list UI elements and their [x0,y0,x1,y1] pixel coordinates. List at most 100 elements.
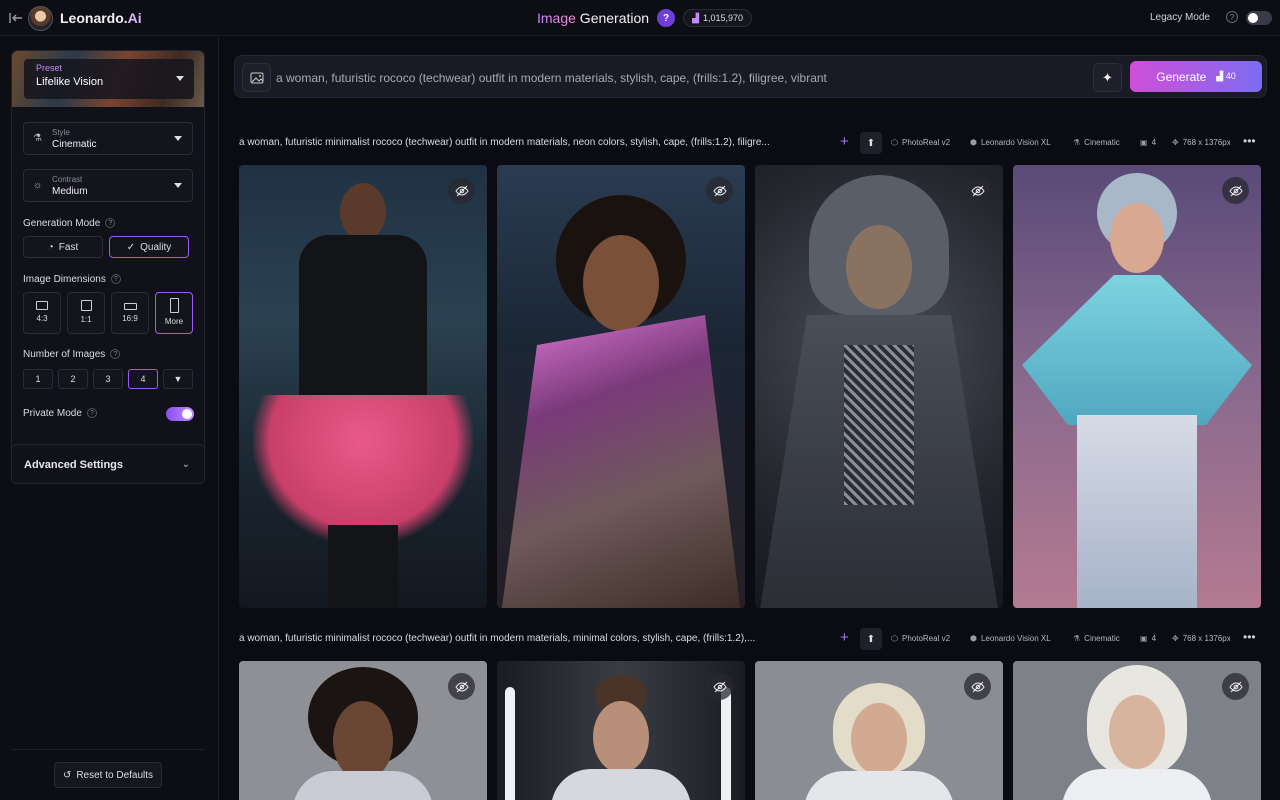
preset-value: Lifelike Vision [36,76,104,88]
num-images-3-button[interactable]: 3 [93,369,123,389]
num-images-4-button[interactable]: 4 [128,369,158,389]
style-icon: ⚗ [1073,634,1081,643]
contrast-select[interactable]: ☼ Contrast Medium [23,169,193,202]
caret-down-icon: ▼ [173,374,183,384]
size-tag: ✥ 768 x 1376px [1172,634,1231,643]
speedometer-icon: ◔ [47,241,54,253]
style-tag: ⚗ Cinematic [1073,138,1120,147]
num-images-1-button[interactable]: 1 [23,369,53,389]
generated-image[interactable] [497,661,745,800]
size-tag: ✥ 768 x 1376px [1172,138,1231,147]
mode-fast-button[interactable]: ◔ Fast [23,236,103,258]
image-dimensions-label: Image Dimensions? [23,274,121,285]
generation-mode-label: Generation Mode? [23,218,116,229]
user-avatar[interactable] [28,6,53,31]
generated-image[interactable] [1013,165,1261,608]
generated-image[interactable] [755,165,1003,608]
hide-image-icon[interactable] [448,177,475,204]
dimension-1-1-button[interactable]: 1:1 [67,292,105,334]
model-tag: ⬡ PhotoReal v2 [891,634,951,643]
generated-image[interactable] [239,661,487,800]
generate-button[interactable]: Generate ▟ 40 [1130,61,1262,92]
reuse-prompt-button[interactable]: ⬆ [860,628,882,650]
help-icon[interactable]: ? [657,9,676,27]
aspect-square-icon [80,300,92,311]
preset-label: Preset [36,63,63,73]
preset-selector[interactable]: Preset Lifelike Vision [12,51,204,107]
generation-header: a woman, futuristic minimalist rococo (t… [239,132,1261,154]
dimension-16-9-button[interactable]: 16:9 [111,292,149,334]
base-model-tag: ⬢ Leonardo Vision XL [970,634,1051,643]
chevron-down-icon [174,135,182,141]
reuse-prompt-button[interactable]: ⬆ [860,132,882,154]
chevron-down-icon [174,182,182,188]
brand-name[interactable]: Leonardo.Ai [60,10,142,26]
image-count-tag: ▣ 4 [1140,138,1157,147]
legacy-mode-toggle[interactable] [1246,11,1272,25]
images-icon: ▣ [1140,634,1148,643]
chevron-down-icon [176,76,184,81]
help-icon: ? [105,218,116,229]
reset-icon: ↺ [62,769,72,781]
num-images-2-button[interactable]: 2 [58,369,88,389]
image-guidance-button[interactable] [242,63,271,92]
generation-prompt[interactable]: a woman, futuristic minimalist rococo (t… [239,137,770,148]
resize-icon: ✥ [1172,138,1179,147]
base-model-icon: ⬢ [970,634,977,643]
generation-header: a woman, futuristic minimalist rococo (t… [239,628,1261,650]
settings-sidebar: Preset Lifelike Vision ⚗ Style Cinematic… [0,37,219,800]
advanced-settings-label: Advanced Settings [24,459,124,471]
more-options-icon[interactable]: ••• [1243,134,1256,148]
hide-image-icon[interactable] [1222,673,1249,700]
generated-image[interactable] [239,165,487,608]
style-select[interactable]: ⚗ Style Cinematic [23,122,193,155]
aspect-portrait-icon [169,298,179,313]
hide-image-icon[interactable] [448,673,475,700]
legacy-mode-help-icon[interactable]: ? [1226,11,1238,23]
advanced-settings-toggle[interactable]: Advanced Settings ⌄ [11,444,205,484]
sun-icon: ☼ [33,180,43,191]
reset-to-defaults-button[interactable]: ↺ Reset to Defaults [54,762,162,788]
prompt-bar: a woman, futuristic rococo (techwear) ou… [234,55,1267,98]
dimension-more-button[interactable]: More [155,292,193,334]
mode-quality-button[interactable]: ✓ Quality [109,236,189,258]
hide-image-icon[interactable] [1222,177,1249,204]
style-tag: ⚗ Cinematic [1073,634,1120,643]
settings-card: Preset Lifelike Vision ⚗ Style Cinematic… [11,50,205,470]
hide-image-icon[interactable] [706,673,733,700]
token-balance[interactable]: ▟ 1,015,970 [683,9,753,27]
num-images-more-button[interactable]: ▼ [163,369,193,389]
help-icon: ? [86,408,97,419]
image-upload-icon [250,72,263,83]
private-mode-toggle[interactable] [166,407,194,421]
private-mode-label: Private Mode? [23,408,97,419]
token-icon: ▟ [1216,71,1224,81]
style-label: Style [52,128,70,137]
generated-image[interactable] [497,165,745,608]
base-model-tag: ⬢ Leonardo Vision XL [970,138,1051,147]
generated-image[interactable] [1013,661,1261,800]
prompt-input[interactable]: a woman, futuristic rococo (techwear) ou… [276,71,827,85]
add-icon[interactable]: + [840,629,849,646]
hide-image-icon[interactable] [964,673,991,700]
page-title: Image Generation [537,10,650,26]
model-icon: ⬡ [891,138,898,147]
resize-icon: ✥ [1172,634,1179,643]
dimension-4-3-button[interactable]: 4:3 [23,292,61,334]
image-count-tag: ▣ 4 [1140,634,1157,643]
base-model-icon: ⬢ [970,138,977,147]
model-icon: ⬡ [891,634,898,643]
hide-image-icon[interactable] [706,177,733,204]
generation-prompt[interactable]: a woman, futuristic minimalist rococo (t… [239,633,755,644]
more-options-icon[interactable]: ••• [1243,630,1256,644]
generated-image[interactable] [755,661,1003,800]
add-icon[interactable]: + [840,133,849,150]
prompt-magic-icon[interactable]: ✦ [1093,63,1122,92]
legacy-mode-label: Legacy Mode [1149,12,1210,23]
style-value: Cinematic [52,139,97,150]
aspect-wide-icon [123,303,137,310]
help-icon: ? [110,274,121,285]
hide-image-icon[interactable] [964,177,991,204]
images-icon: ▣ [1140,138,1148,147]
collapse-sidebar-icon[interactable] [8,10,24,26]
